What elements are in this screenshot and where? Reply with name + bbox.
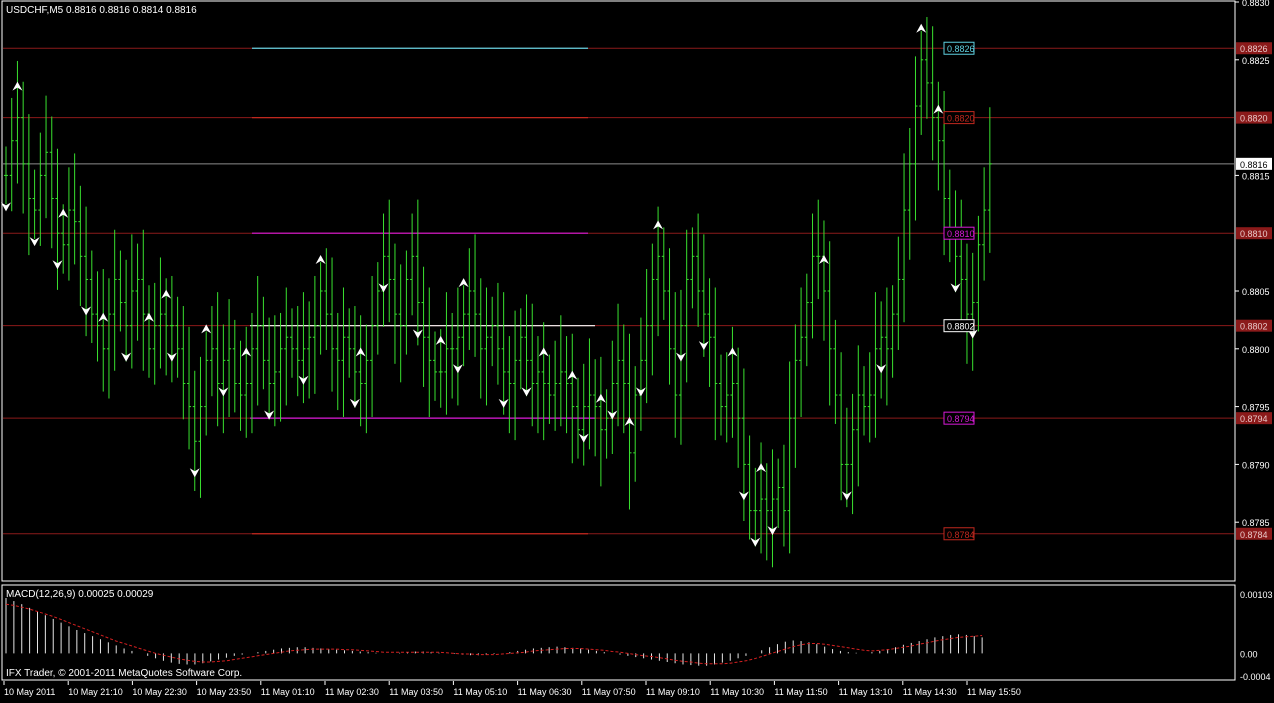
price-level-tag: 0.8802 <box>1240 322 1268 332</box>
price-level-tag: 0.8810 <box>1240 229 1268 239</box>
time-axis-label: 11 May 15:50 <box>967 687 1021 697</box>
price-axis-label: 0.8825 <box>1242 56 1270 66</box>
price-chart-svg[interactable]: 0.8826 0.8820 0.8810 0.8802 0.8794 0.8784 0.88… <box>0 0 1274 699</box>
time-axis-label: 11 May 10:30 <box>710 687 764 697</box>
macd-axis-label: 0.00 <box>1240 649 1258 659</box>
time-axis-label: 11 May 07:50 <box>582 687 636 697</box>
time-axis-label: 11 May 05:10 <box>453 687 507 697</box>
macd-axis-label: -0.0004 <box>1240 672 1271 682</box>
price-axis-label: 0.8785 <box>1242 518 1270 528</box>
level-value-label: 0.8794 <box>947 414 975 424</box>
time-axis-label: 10 May 2011 <box>4 687 55 697</box>
time-axis-label: 11 May 02:30 <box>325 687 379 697</box>
time-axis-label: 10 May 22:30 <box>132 687 187 697</box>
price-axis-label: 0.8790 <box>1242 460 1270 470</box>
price-level-tag: 0.8826 <box>1240 44 1268 54</box>
price-level-tag: 0.8820 <box>1240 114 1268 124</box>
time-axis-label: 11 May 03:50 <box>389 687 443 697</box>
symbol-header: USDCHF,M5 0.8816 0.8816 0.8814 0.8816 <box>6 5 197 16</box>
level-value-label: 0.8820 <box>947 114 975 124</box>
time-axis-label: 10 May 21:10 <box>68 687 123 697</box>
price-axis-label: 0.8815 <box>1242 171 1270 181</box>
copyright-text: IFX Trader, © 2001-2011 MetaQuotes Softw… <box>6 668 242 679</box>
price-level-tag: 0.8784 <box>1240 530 1268 540</box>
price-axis-label: 0.8805 <box>1242 287 1270 297</box>
bid-price-tag: 0.8816 <box>1240 160 1268 170</box>
macd-header: MACD(12,26,9) 0.00025 0.00029 <box>6 589 154 600</box>
time-axis-label: 11 May 13:10 <box>839 687 893 697</box>
level-value-label: 0.8810 <box>947 229 975 239</box>
price-axis-label: 0.8800 <box>1242 345 1270 355</box>
trading-chart-window[interactable]: 0.8826 0.8820 0.8810 0.8802 0.8794 0.8784 0.88… <box>0 0 1274 699</box>
price-level-tag: 0.8794 <box>1240 414 1268 424</box>
time-axis-label: 10 May 23:50 <box>197 687 252 697</box>
time-axis-label: 11 May 11:50 <box>774 687 827 697</box>
time-axis-label: 11 May 09:10 <box>646 687 700 697</box>
macd-axis-label: 0.00103 <box>1240 590 1273 600</box>
time-axis-label: 11 May 14:30 <box>903 687 957 697</box>
price-axis-label: 0.8795 <box>1242 403 1270 413</box>
price-axis-label: 0.8830 <box>1242 0 1270 8</box>
chart-background <box>0 0 1274 699</box>
level-value-label: 0.8802 <box>947 322 975 332</box>
level-value-label: 0.8784 <box>947 530 975 540</box>
time-axis-label: 11 May 01:10 <box>261 687 315 697</box>
level-value-label: 0.8826 <box>947 44 975 54</box>
time-axis-label: 11 May 06:30 <box>518 687 572 697</box>
